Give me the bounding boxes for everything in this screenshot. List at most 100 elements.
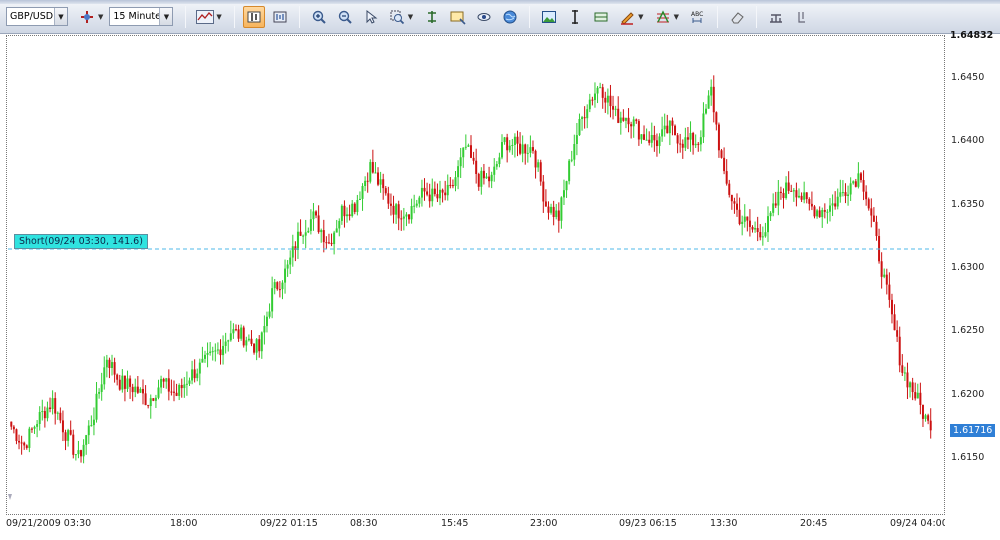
- candle-down: [893, 314, 896, 331]
- candle-up: [562, 190, 565, 198]
- candle-down: [18, 440, 21, 443]
- candle-up: [462, 147, 465, 158]
- candle-up: [203, 354, 206, 359]
- candle-up: [689, 132, 692, 140]
- candle-down: [539, 162, 542, 182]
- candle-down: [49, 407, 52, 410]
- candle-up: [157, 387, 160, 398]
- candle-up: [196, 373, 199, 379]
- candle-down: [823, 210, 826, 212]
- candle-up: [41, 411, 44, 413]
- price-axis-tick: 1.6200: [951, 388, 985, 400]
- candle-down: [885, 274, 888, 285]
- candle-down: [477, 173, 480, 187]
- price-axis-tick: 1.6350: [951, 198, 985, 210]
- candle-up: [841, 192, 844, 194]
- candle-down: [898, 336, 901, 366]
- candle-down: [242, 327, 245, 346]
- candle-down: [278, 289, 281, 291]
- candle-up: [852, 181, 855, 184]
- candle-up: [500, 142, 503, 158]
- candle-up: [645, 139, 648, 141]
- candle-up: [346, 214, 349, 217]
- candle-up: [320, 230, 323, 233]
- candle-up: [754, 228, 757, 230]
- candle-up: [485, 176, 488, 179]
- candle-down: [779, 191, 782, 193]
- candle-down: [601, 87, 604, 98]
- candle-up: [767, 216, 770, 233]
- candle-up: [857, 173, 860, 187]
- candle-down: [20, 442, 23, 444]
- candle-down: [475, 160, 478, 174]
- candle-up: [222, 345, 225, 356]
- candle-down: [436, 194, 439, 199]
- candle-down: [872, 215, 875, 222]
- candle-up: [439, 189, 442, 199]
- candle-up: [803, 192, 806, 200]
- candle-down: [715, 112, 718, 125]
- order-label[interactable]: Short(09/24 03:30, 141.6): [14, 234, 148, 249]
- candle-up: [575, 135, 578, 145]
- candle-up: [883, 274, 886, 277]
- candle-down: [733, 201, 736, 204]
- candle-down: [927, 415, 930, 421]
- candle-down: [152, 398, 155, 401]
- candle-down: [637, 121, 640, 140]
- candle-down: [322, 230, 325, 243]
- candle-up: [395, 204, 398, 215]
- candle-down: [144, 393, 147, 406]
- candle-up: [103, 367, 106, 385]
- candle-up: [555, 210, 558, 217]
- candle-up: [90, 425, 93, 427]
- candle-down: [679, 143, 682, 145]
- axis-corner: [945, 515, 1000, 540]
- candle-down: [516, 136, 519, 144]
- candle-down: [790, 190, 793, 192]
- candle-down: [622, 117, 625, 121]
- candle-up: [668, 120, 671, 134]
- candle-up: [498, 157, 501, 165]
- candle-up: [28, 428, 31, 448]
- candle-up: [467, 145, 470, 147]
- candle-down: [470, 145, 472, 158]
- candle-down: [748, 220, 751, 227]
- candle-up: [418, 197, 421, 204]
- candle-up: [291, 246, 294, 258]
- candle-up: [413, 205, 416, 207]
- candle-up: [255, 339, 258, 353]
- candle-up: [761, 236, 764, 238]
- candle-up: [588, 99, 591, 110]
- candle-down: [276, 282, 279, 290]
- candle-down: [449, 184, 452, 186]
- candle-up: [260, 332, 263, 352]
- candle-up: [87, 425, 90, 436]
- candle-up: [361, 186, 364, 199]
- candle-up: [508, 145, 511, 151]
- candle-down: [237, 329, 240, 339]
- candle-down: [859, 173, 862, 181]
- candle-down: [327, 242, 330, 244]
- time-axis-tick: 08:30: [350, 518, 378, 529]
- candle-down: [234, 329, 237, 331]
- candle-up: [705, 108, 708, 114]
- candle-down: [377, 172, 380, 185]
- candle-down: [15, 429, 18, 441]
- scroll-marker-icon[interactable]: [8, 494, 12, 500]
- candle-up: [916, 392, 919, 399]
- price-axis-tick: 1.6150: [951, 452, 985, 464]
- candle-down: [617, 108, 620, 123]
- candle-up: [67, 430, 70, 441]
- candle-down: [162, 378, 165, 382]
- price-axis-top-value: 1.64832: [950, 29, 994, 41]
- candle-up: [826, 211, 829, 213]
- candle-down: [736, 203, 739, 210]
- candle-down: [299, 231, 302, 236]
- candle-down: [774, 203, 777, 206]
- price-axis-tick: 1.6300: [951, 262, 985, 274]
- candle-up: [699, 137, 702, 145]
- candle-down: [862, 180, 865, 192]
- candle-down: [382, 179, 385, 189]
- candle-up: [831, 203, 834, 206]
- candle-up: [105, 359, 108, 368]
